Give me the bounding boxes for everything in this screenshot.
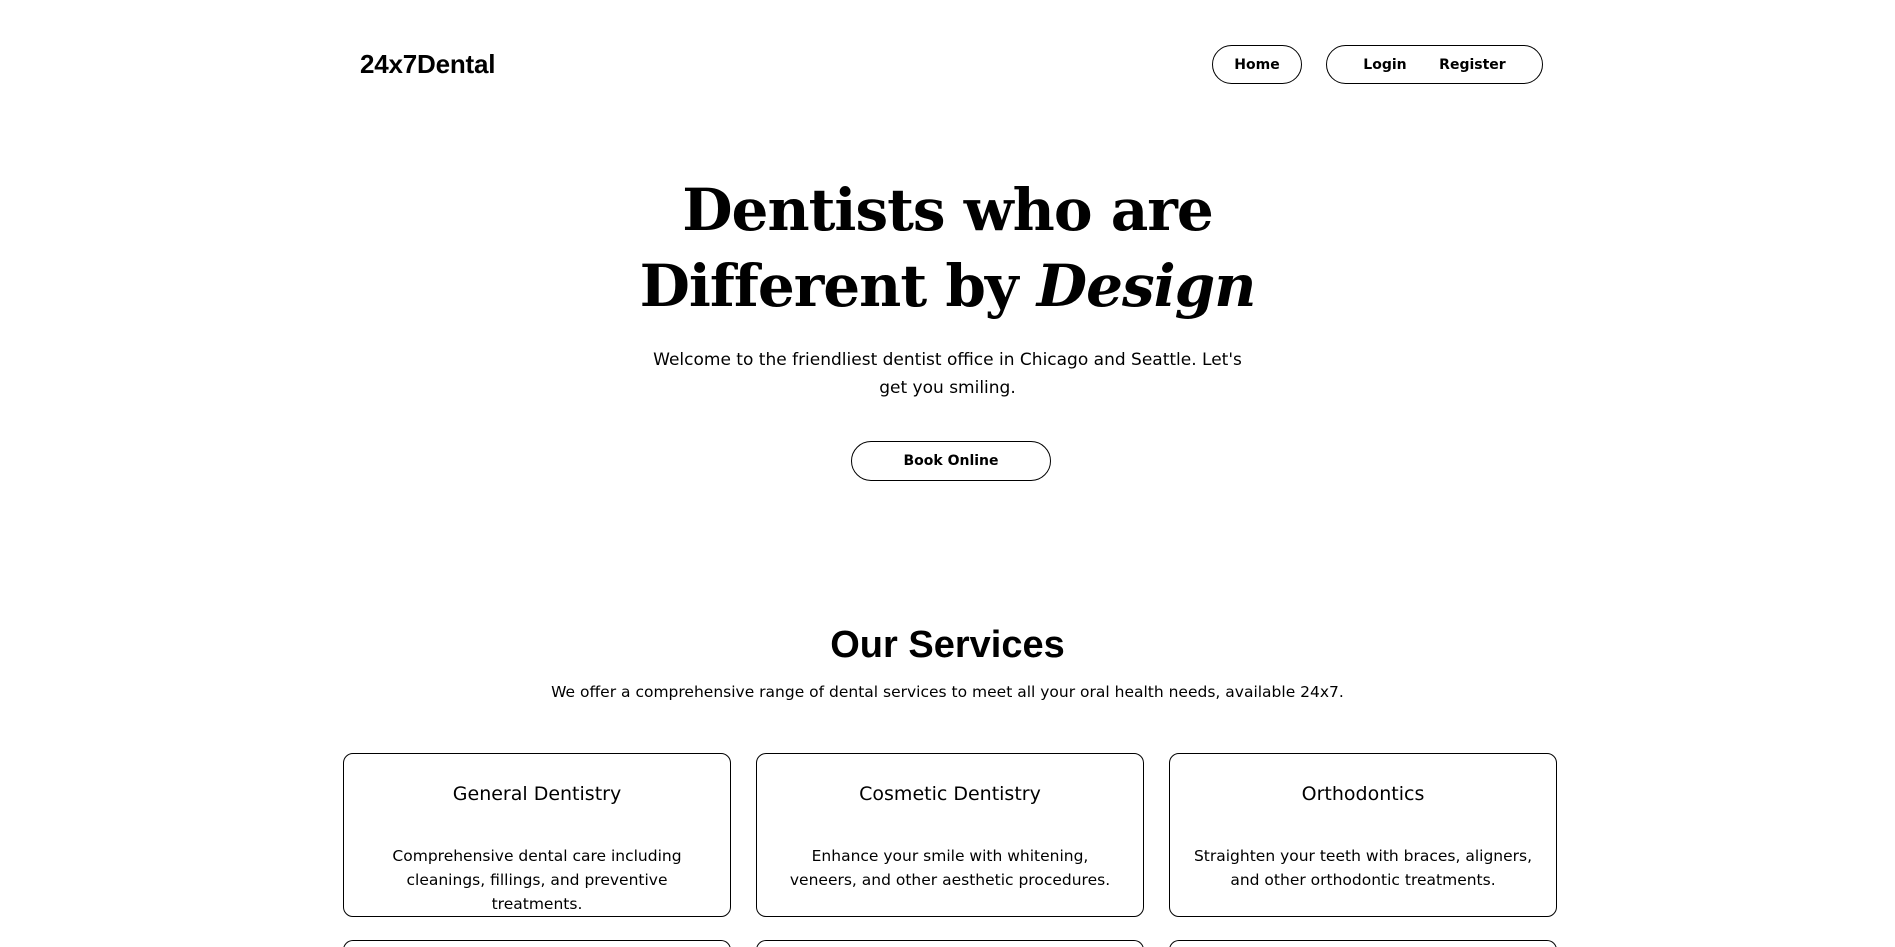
site-logo[interactable]: 24x7Dental xyxy=(360,49,496,80)
hero-title-line2: Different by xyxy=(639,252,1037,320)
service-card-cosmetic-dentistry: Cosmetic Dentistry Enhance your smile wi… xyxy=(756,753,1144,917)
service-card-general-dentistry: General Dentistry Comprehensive dental c… xyxy=(343,753,731,917)
service-card-description: Straighten your teeth with braces, align… xyxy=(1193,847,1533,889)
login-link[interactable]: Login xyxy=(1363,57,1406,73)
service-card-title: Cosmetic Dentistry xyxy=(859,783,1041,805)
hero-title-line1: Dentists who are xyxy=(682,176,1213,244)
register-link[interactable]: Register xyxy=(1439,57,1506,73)
services-subtitle: We offer a comprehensive range of dental… xyxy=(551,683,1344,701)
auth-nav-group: Login Register xyxy=(1326,45,1543,84)
service-card-description: Comprehensive dental care including clea… xyxy=(392,847,682,913)
service-card-title: General Dentistry xyxy=(452,783,622,805)
service-card-orthodontics: Orthodontics Straighten your teeth with … xyxy=(1169,753,1557,917)
nav-home-button[interactable]: Home xyxy=(1212,45,1302,84)
book-online-button[interactable]: Book Online xyxy=(851,441,1051,481)
service-card-partial xyxy=(756,940,1144,947)
service-card-title: Orthodontics xyxy=(1301,783,1425,805)
service-card-partial xyxy=(1169,940,1557,947)
services-title: Our Services xyxy=(830,624,1065,666)
hero-title: Dentists who are Different by Design xyxy=(0,172,1895,324)
hero-subtitle: Welcome to the friendliest dentist offic… xyxy=(653,350,1242,398)
service-card-description: Enhance your smile with whitening, venee… xyxy=(789,847,1111,889)
service-card-partial xyxy=(343,940,731,947)
hero-title-emphasis: Design xyxy=(1036,252,1257,320)
